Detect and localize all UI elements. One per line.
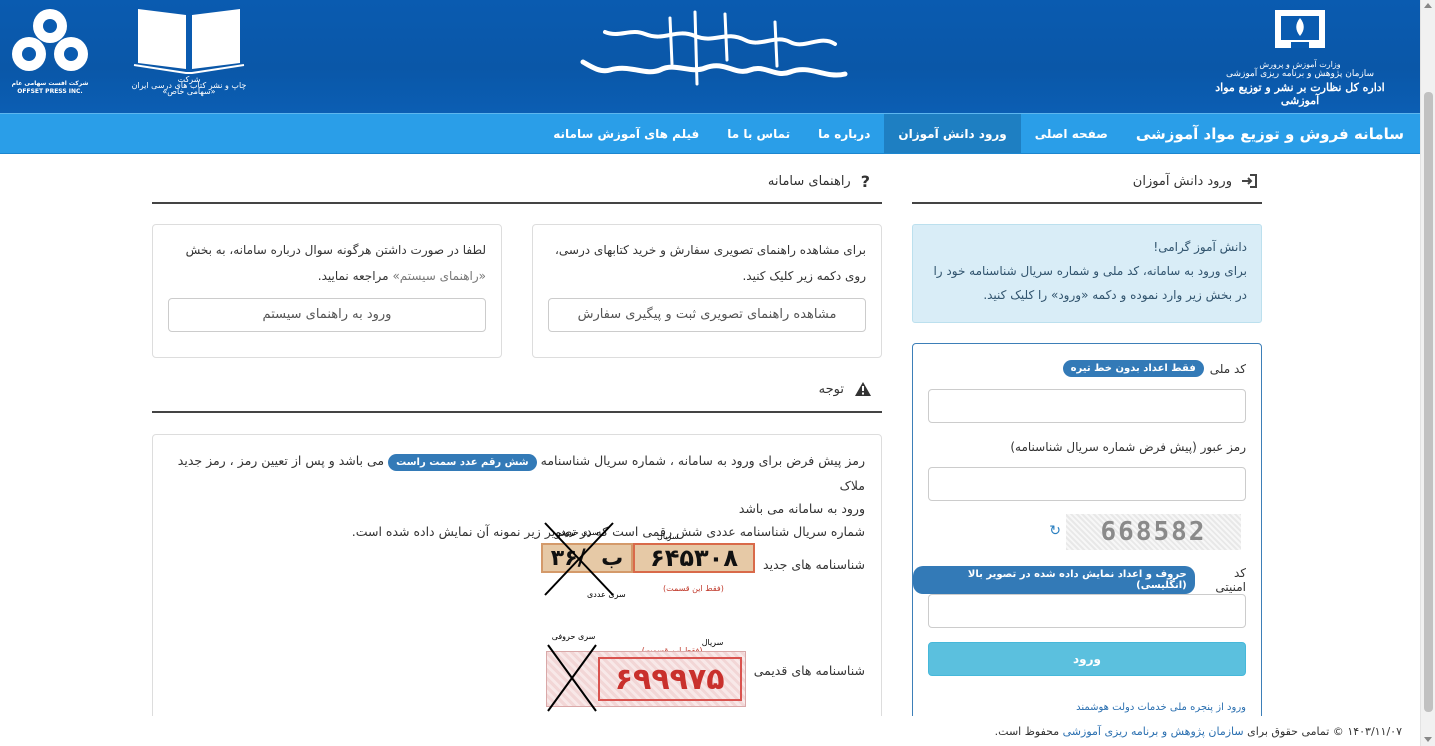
national-code-hint-badge: فقط اعداد بدون خط تیره [1062,360,1204,377]
login-divider [912,202,1262,204]
scroll-thumb[interactable] [1424,92,1433,712]
national-code-input[interactable] [928,389,1246,423]
open-book-icon [133,9,245,74]
refresh-captcha-icon[interactable]: ↻ [1047,524,1061,538]
nav-item-about[interactable]: درباره ما [804,114,884,153]
warning-icon [855,382,871,396]
visual-guide-text: برای مشاهده راهنمای تصویری سفارش و خرید … [555,243,866,283]
national-code-label-row: کد ملی فقط اعداد بدون خط تیره [1062,360,1246,377]
ministry-emblem-icon [1275,10,1325,48]
ministry-line2: سازمان پژوهش و برنامه ریزی آموزشی [1225,69,1375,79]
footer-text-a: © تمامی حقوق برای [1247,724,1344,738]
security-code-hint-badge: حروف و اعداد نمایش داده شده در تصویر بال… [913,566,1195,594]
system-guide-card: لطفا در صورت داشتن هرگونه سوال درباره سا… [152,224,502,358]
login-button[interactable]: ورود [928,642,1246,676]
footer: ۱۴۰۳/۱۱/۰۷ © تمامی حقوق برای سازمان پژوه… [0,716,1420,746]
navbar-brand[interactable]: سامانه فروش و توزیع مواد آموزشی [1122,114,1420,153]
password-input[interactable] [928,467,1246,501]
notice-section-title: توجه [818,381,844,397]
notice-divider [152,411,882,413]
new-id-cross-icon [544,522,614,596]
guide-divider [152,202,882,204]
six-digit-badge: شش رقم عدد سمت راست [388,454,537,471]
page-scrollbar[interactable] [1420,0,1435,746]
old-id-sample-image: سری حروفی سریال (فقط این قسمت) ۶۹۹۹۷۵ [542,625,746,715]
greeting-body: برای ورود به سامانه، کد ملی و شماره سریا… [933,264,1247,302]
visual-guide-button[interactable]: مشاهده راهنمای تصویری ثبت و پیگیری سفارش [548,298,866,332]
question-icon: ? [860,171,870,191]
visual-guide-card: برای مشاهده راهنمای تصویری سفارش و خرید … [532,224,882,358]
system-guide-text-3: مراجعه نمایید. [317,269,389,283]
offset-line1: شرکت افست سهامی عام [11,80,89,87]
new-id-sample-image: سریال سری حروفی ۳۶/ ب ۶۴۵۳۰۸ (فقط این قس… [535,521,756,607]
new-id-sample-row: شناسنامه های جدید سریال سری حروفی ۳۶/ ب … [535,521,865,607]
footer-date: ۱۴۰۳/۱۱/۰۷ [1347,724,1402,738]
greeting-alert: دانش آموز گرامی! برای ورود به سامانه، کد… [912,224,1262,323]
new-id-only-this: (فقط این قسمت) [663,584,724,593]
sign-in-icon [1242,174,1257,188]
system-guide-text-link: «راهنمای سیستم» [392,269,486,283]
nav-item-contact[interactable]: تماس با ما [713,114,804,153]
greeting-title: دانش آموز گرامی! [1153,240,1247,254]
notice-line1: رمز پیش فرض برای ورود به سامانه ، شماره … [169,449,865,497]
main-navbar: سامانه فروش و توزیع مواد آموزشی صفحه اصل… [0,113,1420,154]
old-id-sample-row: شناسنامه های قدیمی سری حروفی سریال (فقط … [542,625,865,715]
offset-line2: OFFSET PRESS INC. [17,88,83,95]
publisher-logo: شرکت چاپ و نشر کتاب های درسی ایران «سهام… [130,3,248,103]
notice-box: رمز پیش فرض برای ورود به سامانه ، شماره … [152,434,882,724]
footer-org-link[interactable]: سازمان پژوهش و برنامه ریزی آموزشی [1063,725,1244,738]
password-label: رمز عبور (پیش فرض شماره سریال شناسنامه) [1010,440,1246,454]
security-code-label: کد امنیتی [1215,566,1246,594]
security-code-label-row: کد امنیتی حروف و اعداد نمایش داده شده در… [913,566,1246,594]
national-code-label: کد ملی [1209,361,1246,376]
ministry-logo: وزارت آموزش و پرورش سازمان پژوهش و برنام… [1210,2,1390,110]
login-section-header: ورود دانش آموزان [912,166,1262,196]
security-code-input[interactable] [928,594,1246,628]
ministry-line3: اداره کل نظارت بر نشر و توزیع مواد آموزش… [1215,81,1385,107]
system-guide-button[interactable]: ورود به راهنمای سیستم [168,298,486,332]
old-id-cross-icon [546,644,597,712]
scroll-up-icon[interactable] [1424,3,1432,8]
footer-text-b: محفوظ است. [994,724,1060,738]
old-id-serial-box: ۶۹۹۹۷۵ [597,657,742,701]
login-section-title: ورود دانش آموزان [1132,173,1232,189]
old-id-label: شناسنامه های قدیمی [753,662,865,678]
nav-item-home[interactable]: صفحه اصلی [1021,114,1122,153]
site-title-calligraphy-icon [580,10,848,86]
guide-section-title: راهنمای سامانه [767,173,851,189]
new-id-label: شناسنامه های جدید [763,556,865,572]
guide-section-header: ? راهنمای سامانه [152,166,882,196]
new-id-serial-box: ۶۴۵۳۰۸ [633,543,756,573]
site-banner: وزارت آموزش و پرورش سازمان پژوهش و برنام… [0,0,1420,113]
nav-item-tutorial-videos[interactable]: فیلم های آموزش سامانه [539,114,713,153]
system-guide-text: لطفا در صورت داشتن هرگونه سوال درباره سا… [168,237,486,289]
system-guide-text-1: لطفا در صورت داشتن هرگونه سوال درباره سا… [185,243,486,257]
notice-section-header: توجه [152,374,882,404]
notice-line2: ورود به سامانه می باشد [738,501,865,516]
login-form: کد ملی فقط اعداد بدون خط تیره رمز عبور (… [912,343,1262,723]
scroll-down-icon[interactable] [1424,737,1432,742]
notice-line1-a: رمز پیش فرض برای ورود به سامانه ، شماره … [540,453,865,468]
gov-portal-link[interactable]: ورود از پنجره ملی خدمات دولت هوشمند [1076,702,1246,713]
offset-press-logo: شرکت افست سهامی عام OFFSET PRESS INC. [6,6,94,102]
nav-item-student-login[interactable]: ورود دانش آموزان [884,114,1021,153]
ministry-line1: وزارت آموزش و پرورش [1259,60,1341,69]
captcha-image: 668582 [1066,514,1241,550]
offset-rings-icon [12,9,88,71]
